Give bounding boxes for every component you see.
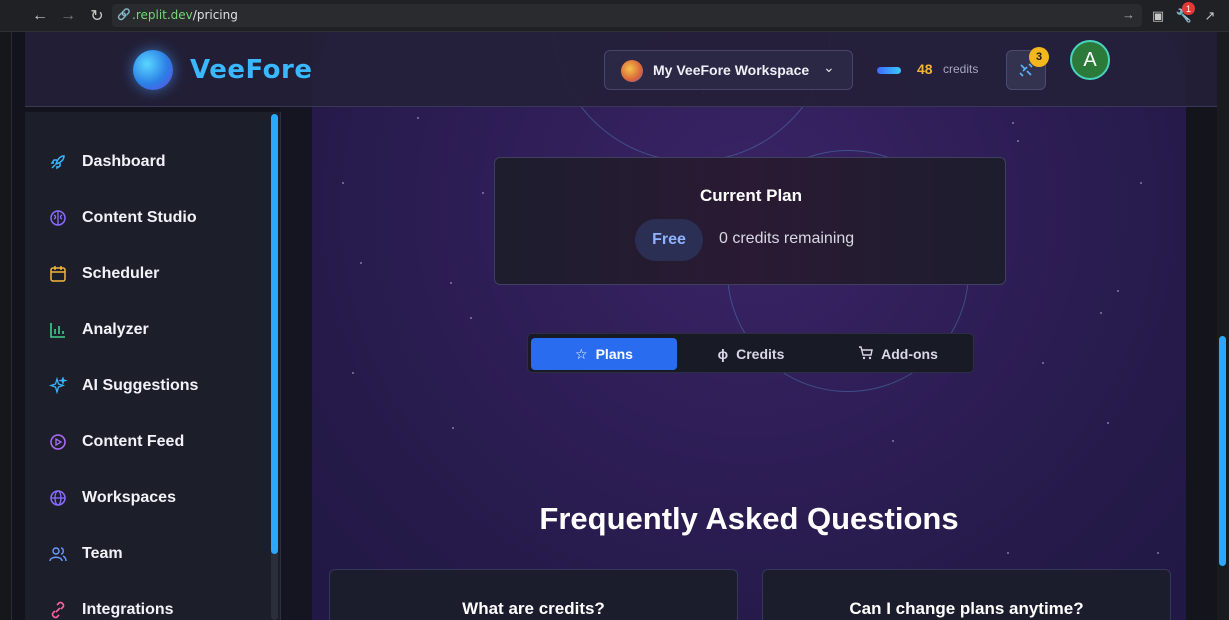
user-avatar[interactable]: A xyxy=(1070,40,1110,80)
faq-title: Frequently Asked Questions xyxy=(539,501,959,536)
credits-label: credits xyxy=(943,62,979,76)
extension-badge: 1 xyxy=(1182,2,1195,15)
app-window: VeeFore My VeeFore Workspace ⌄ 48 credit… xyxy=(12,32,1217,620)
left-edge-strip xyxy=(0,32,12,620)
brand-name[interactable]: VeeFore xyxy=(190,55,313,85)
current-plan-title: Current Plan xyxy=(699,186,803,205)
sidebar-item-content-studio[interactable]: Content Studio xyxy=(48,202,258,234)
play-circle-icon xyxy=(48,432,68,452)
page-scrollbar-thumb[interactable] xyxy=(1219,336,1226,566)
faq-card[interactable]: What are credits? xyxy=(329,569,738,620)
link-icon xyxy=(48,600,68,620)
link-icon: 🔗 xyxy=(117,9,131,21)
workspace-switcher[interactable]: My VeeFore Workspace ⌄ xyxy=(604,50,853,90)
credits-bar xyxy=(877,67,901,74)
open-external-icon[interactable]: ↗ xyxy=(1200,6,1220,26)
users-icon xyxy=(48,544,68,564)
brain-icon xyxy=(48,208,68,228)
logo-icon[interactable] xyxy=(133,50,173,90)
rocket-icon xyxy=(48,152,68,172)
notification-badge: 3 xyxy=(1029,47,1049,67)
sparkles-icon xyxy=(48,376,68,396)
go-arrow-icon[interactable]: → xyxy=(1122,7,1135,22)
sidebar-item-ai-suggestions[interactable]: AI Suggestions xyxy=(48,370,258,402)
faq-question: Can I change plans anytime? xyxy=(849,599,1084,618)
chevron-down-icon: ⌄ xyxy=(823,59,835,75)
current-plan-card: Current Plan Free 0 credits remaining xyxy=(494,157,1006,285)
url-text: .replit.dev/pricing xyxy=(132,8,238,22)
forward-arrow-icon[interactable]: → xyxy=(58,6,78,26)
browser-toolbar: ← → ↻ 🔗 .replit.dev/pricing → ▣ 🔧 1 ↗ xyxy=(0,0,1229,32)
reload-icon[interactable]: ↻ xyxy=(87,6,107,26)
tab-credits[interactable]: ϕ Credits xyxy=(678,338,824,370)
tab-plans[interactable]: ☆ Plans xyxy=(531,338,677,370)
sidebar-item-integrations[interactable]: Integrations xyxy=(48,594,258,620)
sidebar-item-analyzer[interactable]: Analyzer xyxy=(48,314,258,346)
pricing-tabs: ☆ Plans ϕ Credits Add-ons xyxy=(527,333,974,373)
sidebar-item-content-feed[interactable]: Content Feed xyxy=(48,426,258,458)
credits-count: 48 xyxy=(917,61,933,77)
bar-chart-icon xyxy=(48,320,68,340)
tab-add-ons[interactable]: Add-ons xyxy=(825,338,971,370)
sidebar-item-team[interactable]: Team xyxy=(48,538,258,570)
lightning-icon: ϕ xyxy=(717,346,729,362)
right-margin xyxy=(1186,32,1217,620)
back-arrow-icon[interactable]: ← xyxy=(30,6,50,26)
calendar-icon xyxy=(48,264,68,284)
plan-badge: Free xyxy=(635,219,703,261)
content-gutter xyxy=(281,107,312,620)
sidebar-scrollbar-thumb[interactable] xyxy=(271,114,278,554)
address-bar[interactable]: 🔗 .replit.dev/pricing → xyxy=(112,4,1142,27)
globe-icon xyxy=(48,488,68,508)
faq-question: What are credits? xyxy=(462,599,605,618)
faq-card[interactable]: Can I change plans anytime? xyxy=(762,569,1171,620)
sidebar-item-scheduler[interactable]: Scheduler xyxy=(48,258,258,290)
credits-remaining: 0 credits remaining xyxy=(719,230,855,247)
screen-icon[interactable]: ▣ xyxy=(1148,6,1168,26)
sidebar-item-workspaces[interactable]: Workspaces xyxy=(48,482,258,514)
app-header: VeeFore My VeeFore Workspace ⌄ 48 credit… xyxy=(25,32,1217,107)
workspace-avatar xyxy=(621,60,643,82)
workspace-name: My VeeFore Workspace xyxy=(653,62,810,78)
star-icon: ☆ xyxy=(575,345,588,362)
cart-icon xyxy=(858,345,873,363)
sidebar-item-dashboard[interactable]: Dashboard xyxy=(48,146,258,178)
